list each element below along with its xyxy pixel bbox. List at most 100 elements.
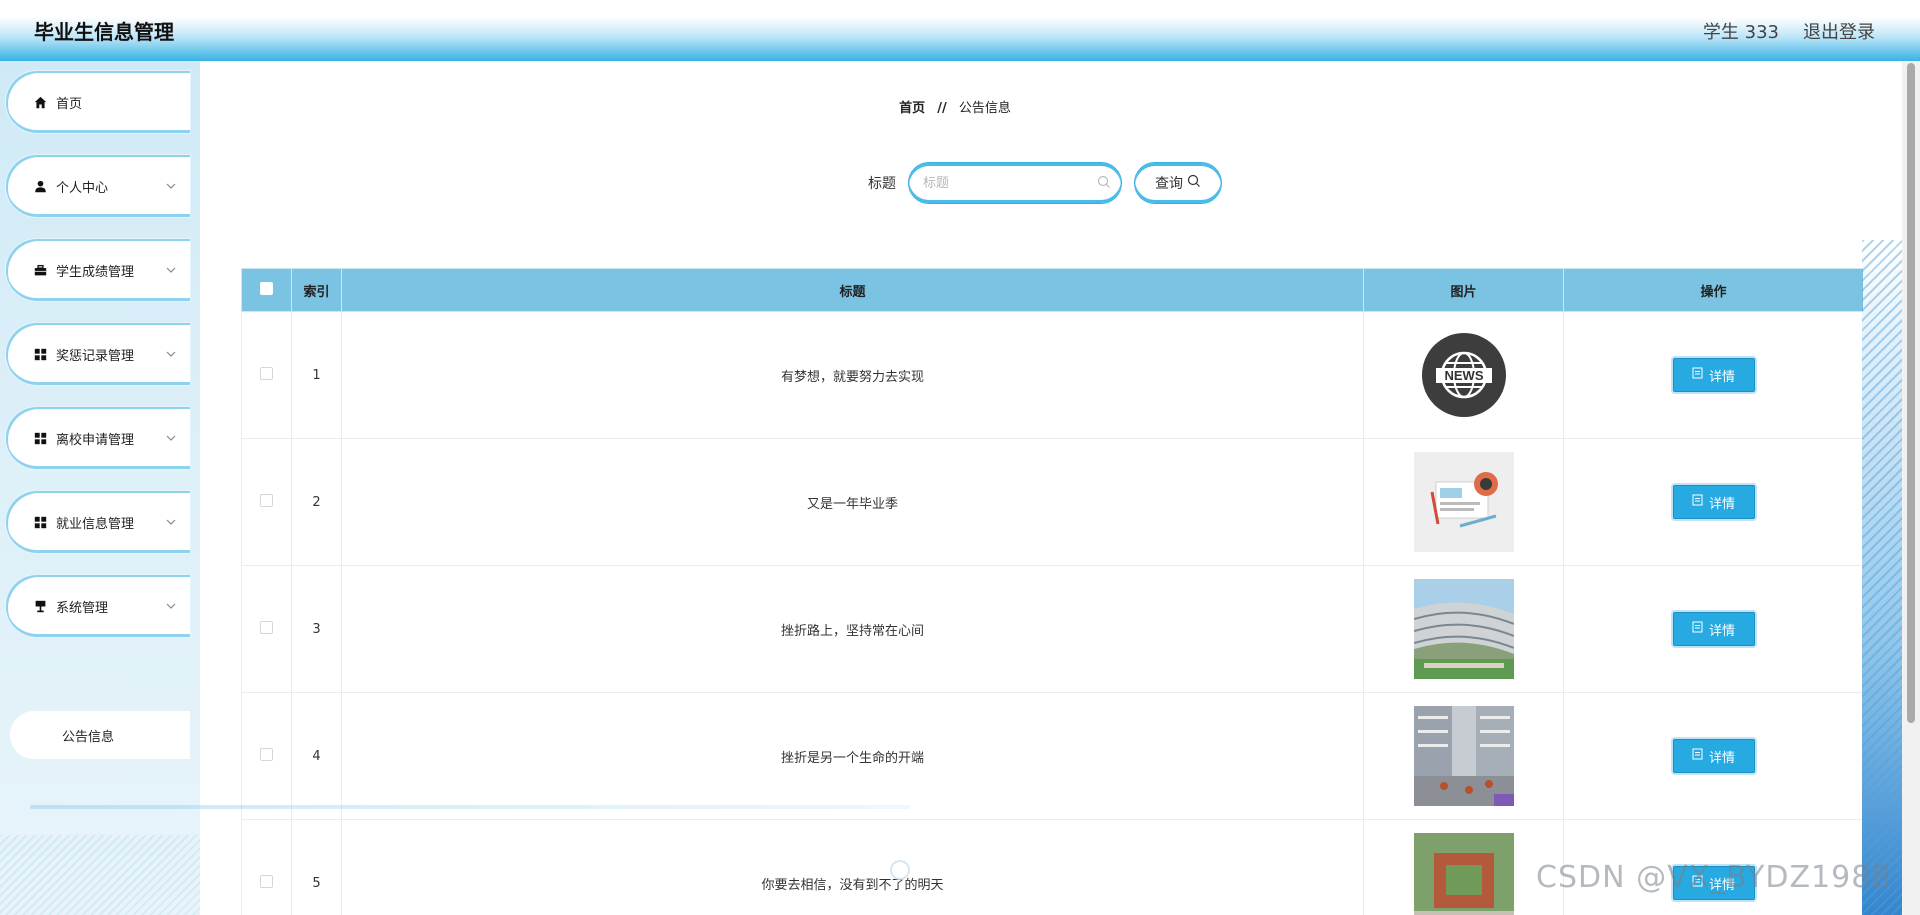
row-image-cell [1363, 438, 1564, 566]
sidebar-item-personal-center[interactable]: 个人中心 [6, 155, 190, 217]
document-icon [1692, 494, 1703, 510]
select-all-checkbox[interactable] [260, 281, 273, 295]
sidebar-item-leave-application[interactable]: 离校申请管理 [6, 407, 190, 469]
newspaper-image[interactable] [1413, 452, 1514, 552]
sidebar-item-employment-info[interactable]: 就业信息管理 [6, 491, 190, 553]
detail-button[interactable]: 详情 [1672, 358, 1755, 392]
detail-button[interactable]: 详情 [1672, 739, 1755, 773]
sidebar-item-label: 离校申请管理 [56, 432, 135, 448]
chevron-down-icon [164, 515, 178, 529]
courtyard-image[interactable] [1413, 706, 1514, 806]
search-input[interactable] [923, 175, 1097, 191]
search-bar: 标题 查询 [868, 162, 1222, 204]
row-checkbox[interactable] [260, 366, 273, 380]
sidebar-item-system-management[interactable]: 系统管理 [6, 575, 190, 637]
row-title: 挫折是另一个生命的开端 [341, 692, 1364, 820]
detail-button-label: 详情 [1708, 369, 1735, 385]
document-icon [1692, 748, 1703, 764]
query-button-label: 查询 [1155, 176, 1183, 192]
news-globe-image[interactable]: NEWS [1414, 325, 1514, 425]
row-image-cell [1363, 565, 1564, 693]
chevron-down-icon [164, 599, 178, 613]
column-header-image: 图片 [1363, 268, 1564, 312]
logout-link[interactable]: 退出登录 [1803, 18, 1875, 44]
grid-icon [33, 431, 47, 445]
search-box[interactable] [908, 162, 1122, 204]
grid-icon [33, 515, 47, 529]
briefcase-icon [33, 263, 47, 277]
row-index: 3 [291, 565, 342, 693]
sidebar-item-label: 系统管理 [56, 600, 109, 616]
header-user-area: 学生 333 退出登录 [1703, 18, 1875, 44]
row-action-cell: 详情 [1563, 565, 1863, 693]
news-logo-text: NEWS [1444, 368, 1483, 383]
row-action-cell: 详情 [1563, 438, 1863, 566]
detail-button[interactable]: 详情 [1672, 485, 1755, 519]
row-title: 挫折路上，坚持常在心间 [341, 565, 1364, 693]
app-title: 毕业生信息管理 [34, 20, 174, 44]
document-icon [1692, 367, 1703, 383]
sidebar-item-reward-management[interactable]: 奖惩记录管理 [6, 323, 190, 385]
query-button[interactable]: 查询 [1134, 162, 1222, 204]
top-header: 毕业生信息管理 学生 333 退出登录 [0, 0, 1920, 61]
chevron-down-icon [164, 347, 178, 361]
detail-button[interactable]: 详情 [1672, 612, 1755, 646]
table-row: 4 挫折是另一个生命的开端 详情 [241, 692, 1863, 820]
current-user: 学生 333 [1702, 21, 1779, 43]
row-checkbox[interactable] [260, 747, 273, 761]
row-checkbox[interactable] [260, 493, 273, 507]
announcement-table: 索引 标题 图片 操作 1 有梦想，就要努力去实现 NEWS 详情 2 又是一年… [241, 268, 1863, 915]
document-icon [1692, 621, 1703, 637]
search-icon [1187, 174, 1201, 192]
sidebar-item-label: 就业信息管理 [56, 516, 135, 532]
watermark: CSDN @VX_BYDZ1988 [1536, 860, 1892, 895]
table-row: 1 有梦想，就要努力去实现 NEWS 详情 [241, 311, 1863, 439]
sidebar-item-label: 个人中心 [56, 180, 109, 196]
sidebar-subitem-announcement[interactable]: 公告信息 [10, 711, 190, 759]
row-action-cell: 详情 [1563, 692, 1863, 820]
column-header-action: 操作 [1563, 268, 1863, 312]
column-header-index: 索引 [291, 268, 342, 312]
sidebar-item-label: 奖惩记录管理 [56, 348, 135, 364]
chevron-down-icon [164, 179, 178, 193]
scrollbar-thumb[interactable] [1907, 63, 1915, 723]
aerial-campus-image[interactable] [1413, 833, 1514, 915]
search-icon [1097, 174, 1111, 193]
sidebar-item-score-management[interactable]: 学生成绩管理 [6, 239, 190, 301]
row-title: 又是一年毕业季 [341, 438, 1364, 566]
table-row: 2 又是一年毕业季 详情 [241, 438, 1863, 566]
chevron-down-icon [164, 263, 178, 277]
column-header-title: 标题 [341, 268, 1364, 312]
page-scrollbar[interactable] [1902, 61, 1920, 915]
detail-button-label: 详情 [1708, 623, 1735, 639]
main-content: 首页 // 公告信息 标题 查询 索引 [200, 61, 1902, 915]
row-index: 5 [291, 819, 342, 915]
row-checkbox[interactable] [260, 620, 273, 634]
grid-icon [33, 347, 47, 361]
breadcrumb-current: 公告信息 [958, 101, 1011, 116]
campus-building-image[interactable] [1413, 579, 1514, 679]
home-icon [33, 95, 47, 109]
breadcrumb: 首页 // 公告信息 [200, 97, 1710, 116]
breadcrumb-separator: // [937, 101, 947, 116]
row-index: 2 [291, 438, 342, 566]
select-all-cell [241, 268, 292, 312]
breadcrumb-home[interactable]: 首页 [899, 101, 925, 116]
search-label: 标题 [868, 176, 896, 192]
row-checkbox[interactable] [260, 874, 273, 888]
row-image-cell [1363, 692, 1564, 820]
decorative-slider-knob [890, 860, 910, 880]
sidebar-decoration [0, 835, 200, 915]
decorative-slider-track [30, 805, 910, 809]
table-header-row: 索引 标题 图片 操作 [241, 268, 1863, 312]
detail-button-label: 详情 [1708, 496, 1735, 512]
row-index: 1 [291, 311, 342, 439]
row-image-cell: NEWS [1363, 311, 1564, 439]
user-icon [33, 179, 47, 193]
sign-icon [33, 599, 47, 613]
right-decoration [1862, 240, 1902, 915]
sidebar-item-home[interactable]: 首页 [6, 71, 190, 133]
sidebar: 首页 个人中心 学生成绩管理 奖惩记录管理 离校申请管理 就业信息管理 系统管理… [0, 61, 200, 915]
row-index: 4 [291, 692, 342, 820]
row-title: 你要去相信，没有到不了的明天 [341, 819, 1364, 915]
